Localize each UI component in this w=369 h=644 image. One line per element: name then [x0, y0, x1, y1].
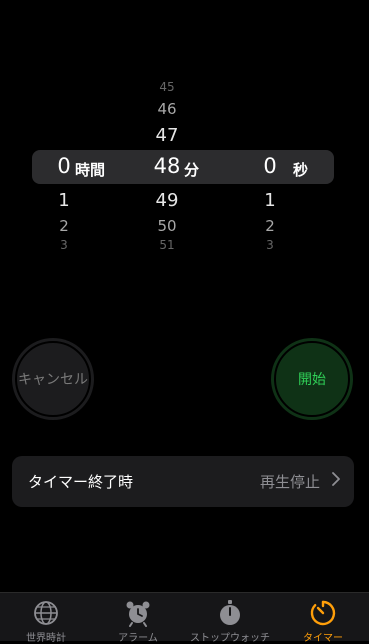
tab-bar: 世界時計 アラーム ストップウォッチ タイマー: [0, 592, 369, 644]
tab-stopwatch[interactable]: ストップウォッチ: [184, 593, 276, 644]
minutes-unit-label: 分: [184, 161, 200, 179]
cancel-button[interactable]: キャンセル: [12, 338, 94, 420]
minutes-option[interactable]: 49: [127, 190, 207, 211]
timer-icon: [310, 600, 336, 626]
minutes-option[interactable]: 51: [127, 238, 207, 252]
hours-option[interactable]: 3: [24, 238, 104, 252]
chevron-right-icon: [332, 472, 340, 486]
globe-icon: [34, 601, 58, 625]
minutes-option[interactable]: 46: [127, 100, 207, 118]
cancel-button-label: キャンセル: [18, 372, 88, 388]
tab-label: 世界時計: [26, 633, 66, 644]
tab-label: アラーム: [118, 633, 158, 644]
stopwatch-icon: [220, 600, 240, 625]
hours-unit-label: 時間: [75, 161, 106, 179]
tab-alarm[interactable]: アラーム: [92, 593, 184, 644]
tab-label: ストップウォッチ: [190, 633, 270, 644]
timer-picker[interactable]: 0 1 2 3 時間 45 46 47 48 49 50 51 分 0 1 2 …: [0, 70, 369, 260]
seconds-option[interactable]: 3: [230, 238, 310, 252]
tab-world-clock[interactable]: 世界時計: [0, 593, 92, 644]
tab-label: タイマー: [303, 633, 343, 644]
timer-end-row[interactable]: タイマー終了時 再生停止: [12, 456, 354, 507]
tab-timer[interactable]: タイマー: [277, 593, 369, 644]
timer-end-label: タイマー終了時: [28, 473, 134, 491]
minutes-option[interactable]: 45: [127, 80, 207, 94]
seconds-option[interactable]: 1: [230, 190, 310, 211]
minutes-option[interactable]: 50: [127, 217, 207, 235]
timer-end-value: 再生停止: [259, 473, 320, 491]
hours-option[interactable]: 1: [24, 190, 104, 211]
seconds-unit-label: 秒: [293, 161, 309, 179]
minutes-option[interactable]: 47: [127, 125, 207, 146]
seconds-option[interactable]: 2: [230, 217, 310, 235]
start-button-label: 開始: [298, 372, 326, 388]
hours-option[interactable]: 2: [24, 217, 104, 235]
start-button[interactable]: 開始: [271, 338, 353, 420]
alarm-clock-icon: [126, 601, 150, 627]
